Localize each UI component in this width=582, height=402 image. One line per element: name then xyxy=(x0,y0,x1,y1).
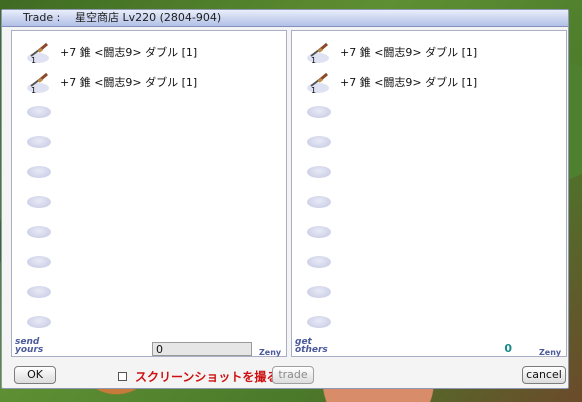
screenshot-checkbox[interactable] xyxy=(118,372,127,381)
window-title: 星空商店 Lv220 (2804-904) xyxy=(75,11,222,24)
empty-slot-icon xyxy=(307,226,331,238)
empty-slot[interactable] xyxy=(302,99,557,125)
svg-text:1: 1 xyxy=(31,56,36,64)
your-items-panel: 1 +7 錐 <闘志9> ダブル [1] 1 +7 錐 <闘志9> ダブル [1… xyxy=(11,30,287,357)
your-zeny-input[interactable]: 0 xyxy=(152,342,252,356)
empty-slot-icon xyxy=(307,316,331,328)
item-slot[interactable]: 1 +7 錐 <闘志9> ダブル [1] xyxy=(22,39,277,65)
svg-text:1: 1 xyxy=(311,56,316,64)
get-others-label: get others xyxy=(295,338,328,355)
empty-slot-icon xyxy=(307,136,331,148)
empty-slot-icon xyxy=(27,196,51,208)
empty-slot[interactable] xyxy=(22,159,277,185)
screenshot-checkbox-label[interactable]: スクリーンショットを撮る xyxy=(135,368,278,385)
other-zeny-value: 0 xyxy=(504,342,512,355)
empty-slot[interactable] xyxy=(302,279,557,305)
empty-slot[interactable] xyxy=(22,189,277,215)
item-name: +7 錐 <闘志9> ダブル [1] xyxy=(60,76,198,89)
empty-slot[interactable] xyxy=(302,159,557,185)
empty-slot[interactable] xyxy=(22,129,277,155)
empty-slot[interactable] xyxy=(22,309,277,335)
title-prefix: Trade : xyxy=(23,11,61,24)
empty-slot[interactable] xyxy=(302,309,557,335)
empty-slot-icon xyxy=(307,106,331,118)
item-name: +7 錐 <闘志9> ダブル [1] xyxy=(340,76,478,89)
awl-dagger-icon: 1 xyxy=(27,42,49,64)
empty-slot[interactable] xyxy=(22,219,277,245)
item-slot[interactable]: 1 +7 錐 <闘志9> ダブル [1] xyxy=(302,69,557,95)
other-items-panel: 1 +7 錐 <闘志9> ダブル [1] 1 +7 錐 <闘志9> ダブル [1… xyxy=(291,30,567,357)
trade-window: Trade : 星空商店 Lv220 (2804-904) 1 +7 錐 <闘志… xyxy=(1,9,569,389)
cancel-button[interactable]: cancel xyxy=(522,366,566,384)
empty-slot-icon xyxy=(27,166,51,178)
item-slot[interactable]: 1 +7 錐 <闘志9> ダブル [1] xyxy=(22,69,277,95)
item-name: +7 錐 <闘志9> ダブル [1] xyxy=(340,46,478,59)
your-zeny-label: Zeny xyxy=(259,348,282,357)
empty-slot[interactable] xyxy=(302,129,557,155)
send-label-line2: yours xyxy=(15,345,44,355)
svg-text:1: 1 xyxy=(31,86,36,94)
empty-slot-icon xyxy=(27,106,51,118)
ok-button[interactable]: OK xyxy=(14,366,56,384)
empty-slot-icon xyxy=(307,286,331,298)
empty-slot-icon xyxy=(307,196,331,208)
empty-slot-icon xyxy=(27,226,51,238)
svg-text:1: 1 xyxy=(311,86,316,94)
empty-slot[interactable] xyxy=(302,219,557,245)
title-bar[interactable]: Trade : 星空商店 Lv220 (2804-904) xyxy=(2,10,568,27)
empty-slot[interactable] xyxy=(302,189,557,215)
item-slot[interactable]: 1 +7 錐 <闘志9> ダブル [1] xyxy=(302,39,557,65)
send-yours-label: send yours xyxy=(15,338,44,355)
empty-slot[interactable] xyxy=(22,99,277,125)
empty-slot[interactable] xyxy=(22,249,277,275)
empty-slot-icon xyxy=(27,136,51,148)
empty-slot-icon xyxy=(27,286,51,298)
awl-dagger-icon: 1 xyxy=(307,42,329,64)
other-zeny-label: Zeny xyxy=(539,348,562,357)
empty-slot[interactable] xyxy=(22,279,277,305)
awl-dagger-icon: 1 xyxy=(27,72,49,94)
empty-slot-icon xyxy=(307,166,331,178)
empty-slot[interactable] xyxy=(302,249,557,275)
item-name: +7 錐 <闘志9> ダブル [1] xyxy=(60,46,198,59)
get-label-line2: others xyxy=(295,345,328,355)
awl-dagger-icon: 1 xyxy=(307,72,329,94)
empty-slot-icon xyxy=(307,256,331,268)
empty-slot-icon xyxy=(27,256,51,268)
trade-button[interactable]: trade xyxy=(272,366,314,384)
empty-slot-icon xyxy=(27,316,51,328)
